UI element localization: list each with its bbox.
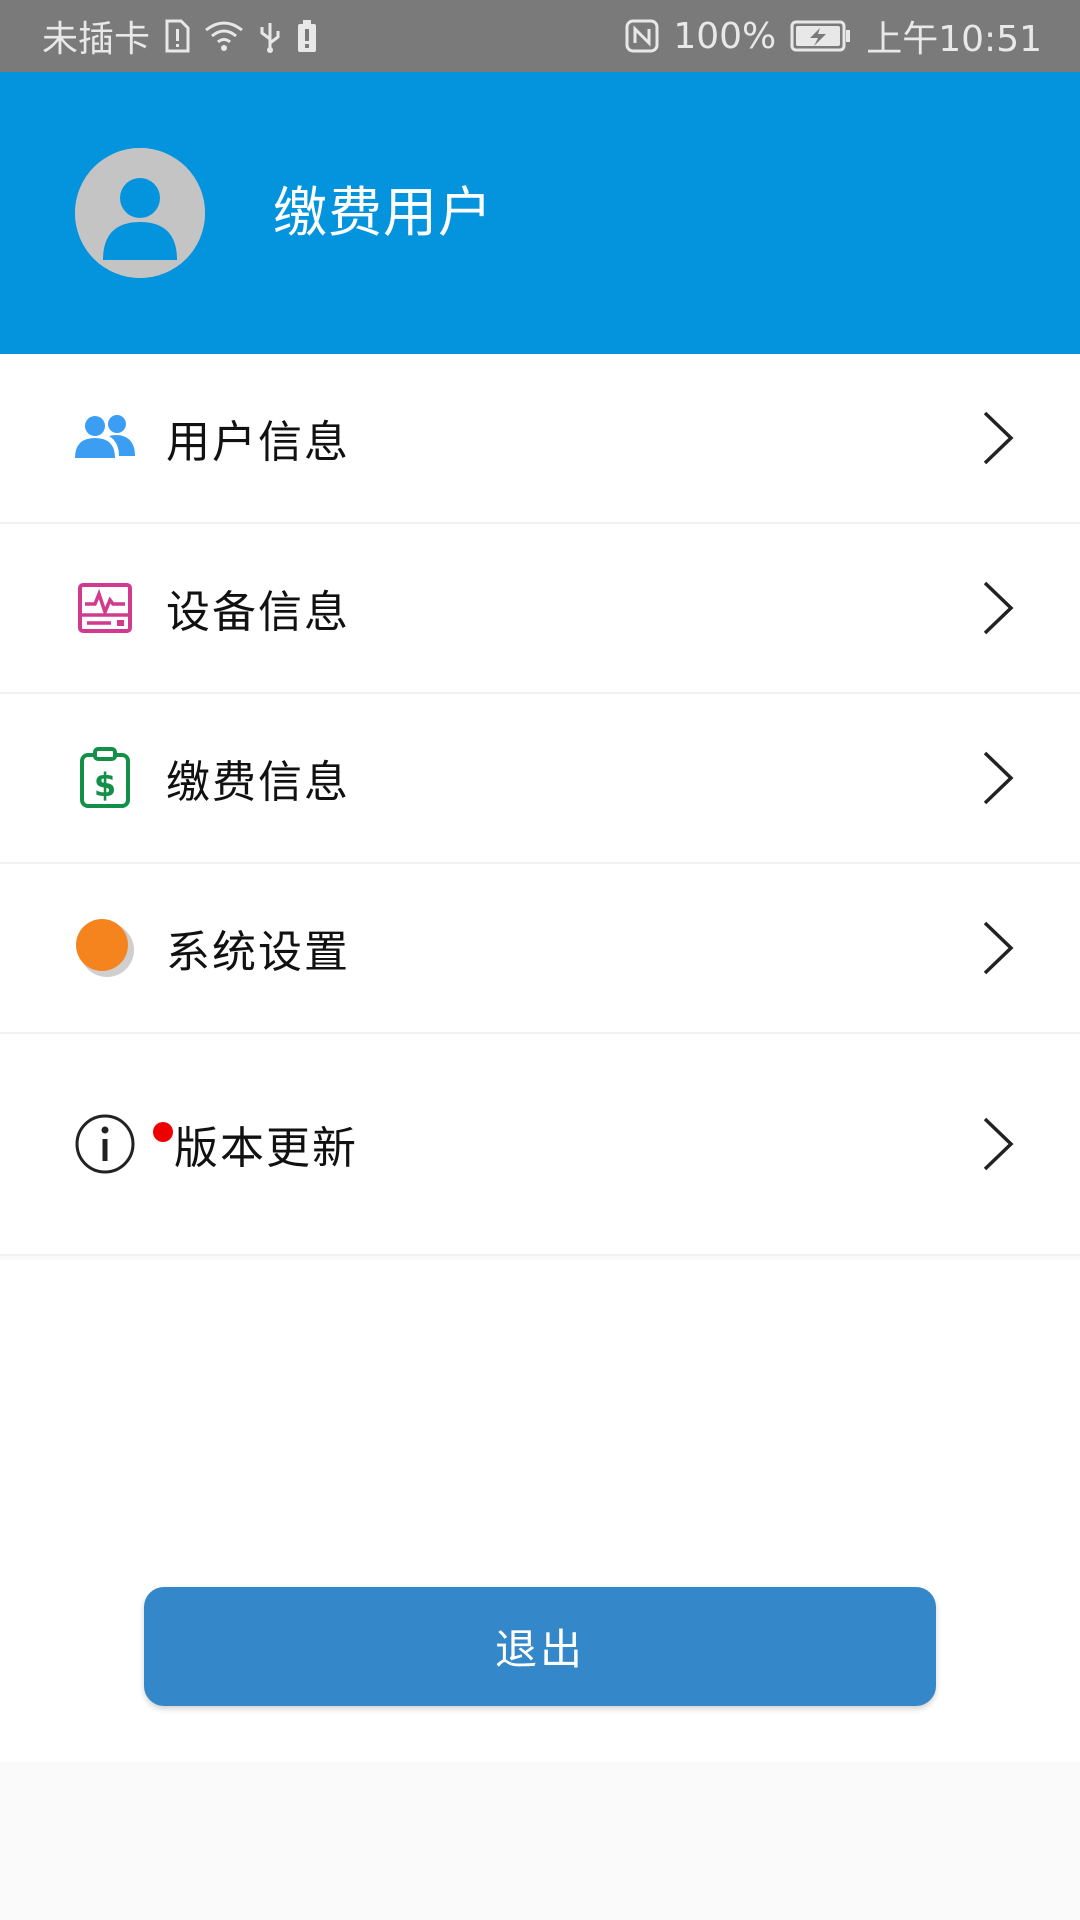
- usb-icon: [258, 19, 282, 53]
- users-icon: [73, 406, 137, 470]
- sim-alert-icon: [164, 19, 190, 53]
- info-icon: [73, 1112, 137, 1176]
- menu-item-version-update[interactable]: 版本更新: [0, 1034, 1080, 1256]
- chevron-right-icon: [982, 920, 1014, 976]
- device-monitor-icon: [73, 576, 137, 640]
- avatar[interactable]: [75, 148, 205, 278]
- carrier-text: 未插卡: [42, 19, 151, 60]
- username: 缴费用户: [273, 181, 493, 244]
- chevron-right-icon: [982, 750, 1014, 806]
- menu-item-label: 缴费信息: [166, 757, 350, 808]
- menu-item-payment-info[interactable]: $ 缴费信息: [0, 694, 1080, 864]
- status-left: 未插卡: [42, 10, 318, 62]
- wifi-icon: [204, 20, 244, 52]
- battery-alert-icon: [296, 19, 318, 53]
- profile-header: 缴费用户: [0, 72, 1080, 354]
- battery-charging-icon: [790, 20, 852, 52]
- menu-item-user-info[interactable]: 用户信息: [0, 354, 1080, 524]
- menu-item-system-settings[interactable]: 系统设置: [0, 864, 1080, 1034]
- svg-text:$: $: [94, 766, 116, 804]
- clock: 上午10:51: [866, 19, 1042, 60]
- settings-dot-icon: [73, 916, 137, 980]
- chevron-right-icon: [982, 1116, 1014, 1172]
- nfc-icon: [625, 19, 659, 53]
- chevron-right-icon: [982, 580, 1014, 636]
- menu-item-label: 设备信息: [166, 587, 350, 638]
- menu-item-label: 版本更新: [174, 1123, 358, 1174]
- chevron-right-icon: [982, 410, 1014, 466]
- update-badge: [153, 1122, 173, 1142]
- status-right: 100% 上午10:51: [625, 10, 1042, 62]
- battery-percent: 100%: [673, 15, 777, 57]
- menu-item-label: 系统设置: [166, 927, 350, 978]
- payment-clipboard-icon: $: [73, 746, 137, 810]
- logout-button[interactable]: 退出: [144, 1587, 936, 1706]
- menu-item-label: 用户信息: [166, 417, 350, 468]
- status-bar: 未插卡 100% 上午10:51: [0, 0, 1080, 72]
- menu-item-device-info[interactable]: 设备信息: [0, 524, 1080, 694]
- menu-list: 用户信息 设备信息 $ 缴费信息 系统设置 版本更新: [0, 354, 1080, 1256]
